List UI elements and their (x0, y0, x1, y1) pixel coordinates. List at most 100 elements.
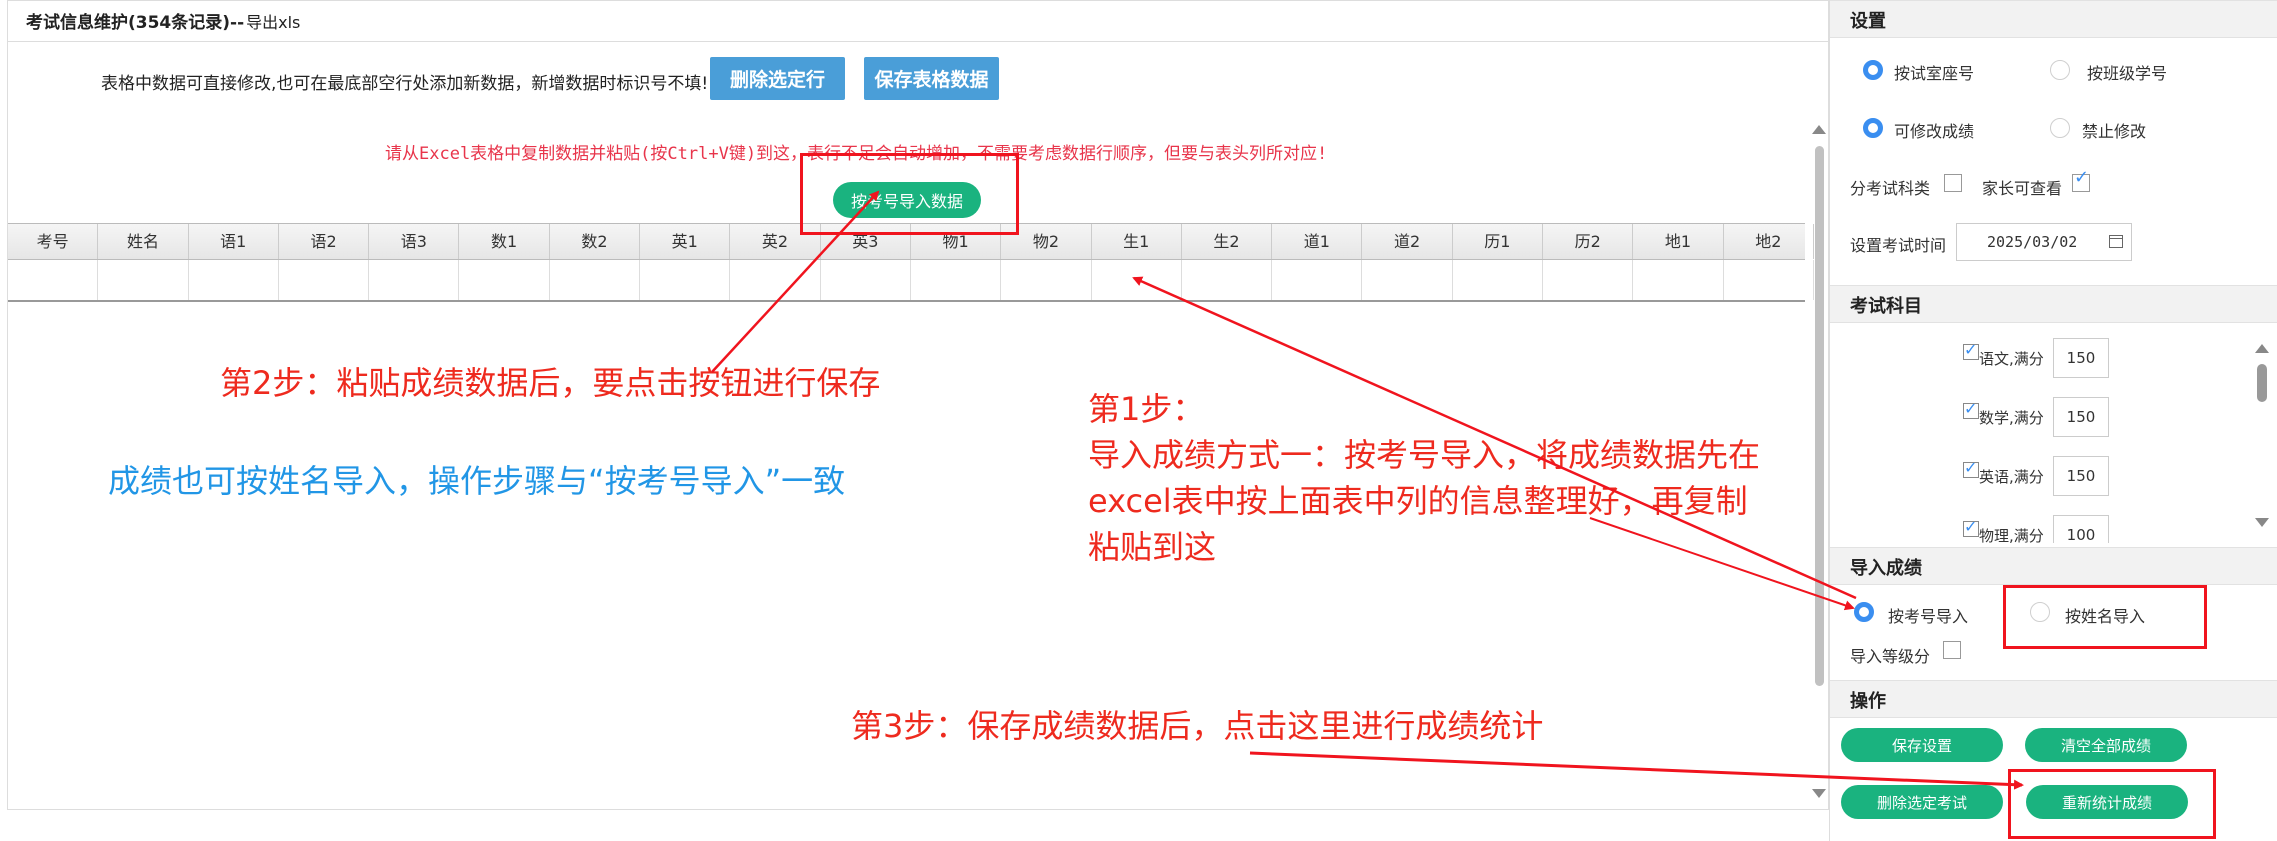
column-header[interactable]: 道2 (1362, 224, 1453, 259)
table-cell[interactable] (730, 260, 821, 300)
table-cell[interactable] (1724, 260, 1814, 300)
subjects-section-header: 考试科目 (1830, 285, 2277, 323)
subject-item: ✓ 英语,满分 150 (1963, 456, 2163, 496)
scrollbar-thumb[interactable] (1815, 146, 1824, 686)
table-cell[interactable] (1272, 260, 1363, 300)
exam-time-value: 2025/03/02 (1987, 233, 2078, 251)
table-cell[interactable] (550, 260, 641, 300)
column-header[interactable]: 数2 (550, 224, 641, 259)
table-cell[interactable] (1633, 260, 1724, 300)
annotation-step3: 第3步：保存成绩数据后，点击这里进行成绩统计 (851, 707, 1544, 745)
subject-full-score-input[interactable]: 150 (2053, 338, 2109, 378)
column-header[interactable]: 生2 (1182, 224, 1273, 259)
main-header: 考试信息维护(354条记录)-- 导出xls (8, 1, 1828, 42)
table-cell[interactable] (1362, 260, 1453, 300)
column-header[interactable]: 生1 (1092, 224, 1182, 259)
subject-checkbox[interactable]: ✓ (1963, 458, 1979, 478)
exam-time-input[interactable]: 2025/03/02 (1956, 223, 2132, 261)
table-cell[interactable] (640, 260, 731, 300)
table-cell[interactable] (1092, 260, 1182, 300)
column-header[interactable]: 英1 (640, 224, 731, 259)
table-cell[interactable] (369, 260, 460, 300)
settings-section-header: 设置 (1830, 0, 2277, 38)
main-scrollbar[interactable] (1812, 121, 1826, 801)
scroll-down-icon[interactable] (2255, 518, 2269, 527)
table-cell[interactable] (1543, 260, 1634, 300)
radio-forbid-edit[interactable] (2050, 118, 2070, 138)
subjects-title: 考试科目 (1850, 296, 1922, 317)
column-header[interactable]: 姓名 (98, 224, 189, 259)
delete-selected-exam-button[interactable]: 删除选定考试 (1841, 785, 2003, 819)
check-icon: ✓ (1964, 458, 1978, 477)
annotation-step1-line: 导入成绩方式一：按考号导入，将成绩数据先在 (1088, 436, 1761, 474)
scrollbar-thumb[interactable] (2257, 364, 2267, 402)
table-cell[interactable] (1182, 260, 1273, 300)
export-xls-link[interactable]: 导出xls (246, 13, 300, 32)
column-header[interactable]: 历2 (1543, 224, 1634, 259)
scroll-up-icon[interactable] (2255, 344, 2269, 353)
check-icon: ✓ (1964, 340, 1978, 359)
settings-panel: 设置 按试室座号 按班级学号 可修改成绩 禁止修改 分考试科类 家长可查看 ✓ … (1829, 0, 2277, 841)
column-header[interactable]: 语2 (279, 224, 370, 259)
check-icon: ✓ (1964, 517, 1978, 536)
table-row[interactable] (8, 260, 1814, 300)
annotation-step1: 第1步： 导入成绩方式一：按考号导入，将成绩数据先在 excel表中按上面表中列… (1088, 386, 1760, 570)
subject-checkbox[interactable]: ✓ (1963, 399, 1979, 419)
table-cell[interactable] (98, 260, 189, 300)
radio-import-by-number[interactable] (1854, 602, 1874, 622)
column-header[interactable]: 地2 (1724, 224, 1814, 259)
column-header[interactable]: 数1 (459, 224, 550, 259)
import-grade-label: 导入等级分 (1850, 647, 1931, 666)
table-cell[interactable] (1453, 260, 1544, 300)
save-table-data-button[interactable]: 保存表格数据 (864, 57, 999, 100)
table-cell[interactable] (1001, 260, 1092, 300)
clear-all-scores-button[interactable]: 清空全部成绩 (2025, 728, 2187, 762)
subject-full-score-input[interactable]: 100 (2053, 515, 2109, 543)
scroll-down-icon[interactable] (1812, 789, 1826, 798)
column-header[interactable]: 语3 (369, 224, 460, 259)
column-header[interactable]: 考号 (8, 224, 99, 259)
table-cell[interactable] (459, 260, 550, 300)
info-text: 表格中数据可直接修改,也可在最底部空行处添加新数据，新增数据时标识号不填! (101, 74, 709, 94)
table-cell[interactable] (821, 260, 911, 300)
import-section-header: 导入成绩 (1830, 547, 2277, 585)
settings-title: 设置 (1850, 11, 1886, 32)
subject-label: 语文,满分 (1979, 350, 2044, 368)
subject-checkbox[interactable]: ✓ (1963, 517, 1979, 537)
table-cell[interactable] (279, 260, 370, 300)
import-title: 导入成绩 (1850, 558, 1922, 579)
import-grade-checkbox[interactable] (1943, 641, 1961, 659)
parent-view-checkbox[interactable]: ✓ (2072, 169, 2090, 192)
column-header[interactable]: 语1 (189, 224, 279, 259)
save-settings-button[interactable]: 保存设置 (1841, 728, 2003, 762)
radio-order-class[interactable] (2050, 60, 2070, 80)
radio-import-by-number-label: 按考号导入 (1888, 607, 1969, 626)
subject-full-score-input[interactable]: 150 (2053, 456, 2109, 496)
subject-label: 物理,满分 (1979, 527, 2044, 543)
scroll-up-icon[interactable] (1812, 125, 1826, 134)
radio-forbid-edit-label: 禁止修改 (2082, 122, 2147, 141)
annotation-by-name: 成绩也可按姓名导入，操作步骤与“按考号导入”一致 (108, 462, 846, 500)
subjects-scrollbar[interactable] (2254, 340, 2270, 535)
by-subject-checkbox[interactable] (1944, 174, 1962, 192)
table-cell[interactable] (911, 260, 1002, 300)
table-cell[interactable] (8, 260, 99, 300)
highlight-import-by-name (2003, 585, 2207, 649)
column-header[interactable]: 地1 (1633, 224, 1724, 259)
calendar-icon[interactable] (2109, 235, 2123, 248)
radio-order-seat[interactable] (1863, 60, 1883, 80)
check-icon: ✓ (1964, 399, 1978, 418)
highlight-import-button (800, 153, 1019, 235)
check-icon: ✓ (2074, 167, 2090, 188)
radio-allow-edit[interactable] (1863, 118, 1883, 138)
subject-label: 英语,满分 (1979, 468, 2044, 486)
column-header[interactable]: 道1 (1272, 224, 1363, 259)
annotation-step1-line: excel表中按上面表中列的信息整理好，再复制 (1088, 482, 1748, 520)
column-header[interactable]: 历1 (1453, 224, 1544, 259)
table-cell[interactable] (189, 260, 279, 300)
delete-selected-row-button[interactable]: 删除选定行 (710, 57, 845, 100)
by-subject-label: 分考试科类 (1850, 179, 1931, 198)
subject-full-score-input[interactable]: 150 (2053, 397, 2109, 437)
parent-view-label: 家长可查看 (1982, 179, 2063, 198)
subject-checkbox[interactable]: ✓ (1963, 340, 1979, 360)
